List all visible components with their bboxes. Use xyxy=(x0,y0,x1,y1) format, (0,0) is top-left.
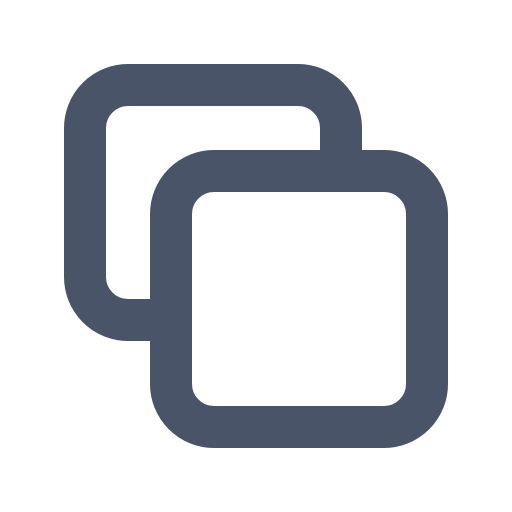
back-square xyxy=(64,64,362,341)
copy-icon xyxy=(64,64,448,448)
copy-icon-container xyxy=(0,0,512,512)
front-square xyxy=(150,150,448,448)
